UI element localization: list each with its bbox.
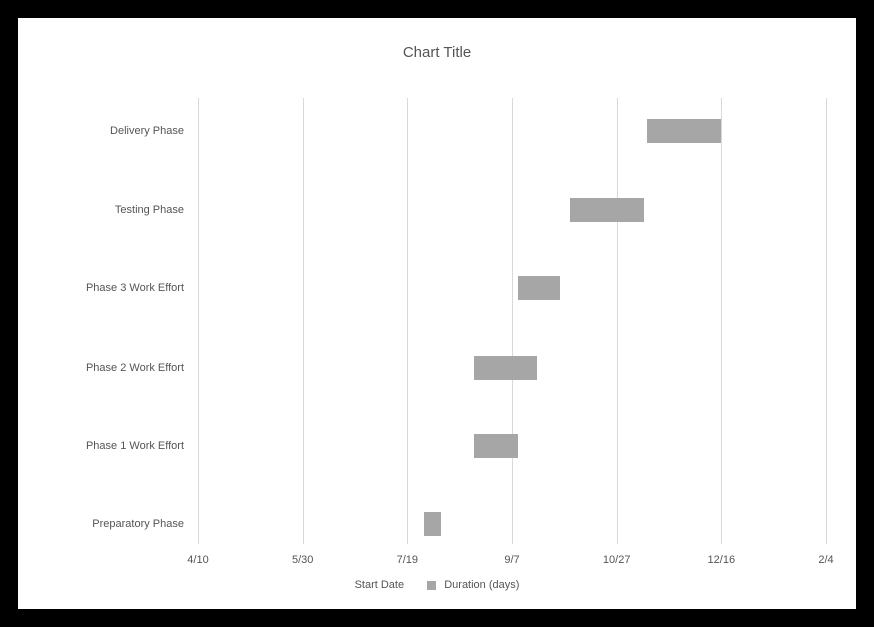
chart-panel: Chart Title 4/10 5/30 7/19 9/7 10/27 12/… [18, 18, 856, 609]
gridline [826, 98, 827, 544]
gantt-bar [474, 356, 537, 380]
y-axis-tick: Preparatory Phase [92, 518, 184, 530]
y-axis-tick: Delivery Phase [110, 125, 184, 137]
gantt-bar [570, 198, 644, 222]
gridline [617, 98, 618, 544]
legend-entry-duration: Duration (days) [427, 579, 519, 591]
gantt-bar [647, 119, 721, 143]
legend-label: Start Date [355, 579, 405, 591]
gantt-bar [424, 512, 441, 536]
gantt-bar [518, 276, 560, 300]
x-axis-tick: 4/10 [187, 554, 208, 566]
y-axis-tick: Phase 1 Work Effort [86, 440, 184, 452]
gridline [721, 98, 722, 544]
chart-title: Chart Title [18, 44, 856, 61]
y-axis-tick: Phase 2 Work Effort [86, 362, 184, 374]
x-axis-tick: 12/16 [708, 554, 736, 566]
legend-swatch-icon [427, 581, 436, 590]
gridline [303, 98, 304, 544]
y-axis-tick: Testing Phase [115, 204, 184, 216]
x-axis-tick: 10/27 [603, 554, 631, 566]
x-axis-tick: 2/4 [818, 554, 833, 566]
gantt-bar [474, 434, 517, 458]
x-axis-tick: 7/19 [397, 554, 418, 566]
gridline [512, 98, 513, 544]
plot-area: 4/10 5/30 7/19 9/7 10/27 12/16 2/4 Deliv… [198, 98, 826, 544]
legend-entry-start-date: Start Date [355, 579, 405, 591]
gridline [407, 98, 408, 544]
x-axis-tick: 9/7 [504, 554, 519, 566]
chart-legend: Start Date Duration (days) [18, 579, 856, 591]
legend-label: Duration (days) [444, 579, 519, 591]
image-frame: Chart Title 4/10 5/30 7/19 9/7 10/27 12/… [0, 0, 874, 627]
gridline [198, 98, 199, 544]
x-axis-tick: 5/30 [292, 554, 313, 566]
y-axis-tick: Phase 3 Work Effort [86, 282, 184, 294]
